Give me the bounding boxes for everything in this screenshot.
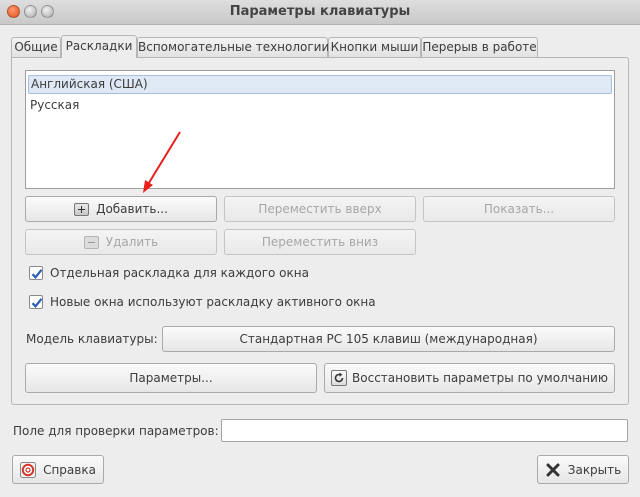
keyboard-model-value: Стандартная PC 105 клавиш (международная… [239,332,538,346]
test-input[interactable] [221,419,628,442]
add-layout-label: Добавить... [96,202,168,216]
remove-layout-label: Удалить [105,235,159,249]
new-windows-layout-label: Новые окна используют раскладку активног… [50,295,376,309]
window-title: Параметры клавиатуры [229,4,411,19]
checkmark-icon [31,298,43,308]
test-field-label: Поле для проверки параметров: [13,424,219,438]
checkmark-icon [31,269,43,279]
layouts-list[interactable]: Английская (США) Русская [25,70,615,189]
layout-options-label: Параметры... [129,371,213,385]
keyboard-model-label: Модель клавиатуры: [26,332,158,346]
close-button[interactable]: Закрыть [537,455,629,484]
restore-defaults-label: Восстановить параметры по умолчанию [352,371,608,385]
show-layout-button[interactable]: Показать... [423,196,615,222]
new-windows-layout-checkbox[interactable] [29,295,43,309]
remove-layout-button[interactable]: Удалить [25,229,217,255]
tab-typing-break[interactable]: Перерыв в работе [421,37,538,57]
close-label: Закрыть [567,462,622,477]
refresh-icon [331,370,348,386]
help-icon [20,461,37,478]
list-item[interactable]: Английская (США) [28,75,612,94]
add-layout-button[interactable]: Добавить... [25,196,217,222]
help-label: Справка [43,462,96,477]
layout-options-button[interactable]: Параметры... [25,363,317,393]
move-up-label: Переместить вверх [258,202,382,216]
tab-general[interactable]: Общие [11,37,61,57]
list-item[interactable]: Русская [28,96,612,115]
tab-mouse-keys[interactable]: Кнопки мыши [328,37,421,57]
tab-layouts[interactable]: Раскладки [61,35,137,58]
plus-icon [74,202,90,216]
restore-defaults-button[interactable]: Восстановить параметры по умолчанию [324,363,615,393]
separate-layout-checkbox[interactable] [29,266,43,280]
separate-layout-label: Отдельная раскладка для каждого окна [50,266,309,280]
keyboard-model-button[interactable]: Стандартная PC 105 клавиш (международная… [162,326,615,352]
title-bar: Параметры клавиатуры [0,0,640,25]
help-button[interactable]: Справка [12,455,104,484]
move-down-label: Переместить вниз [261,235,379,249]
close-icon [545,462,561,478]
show-layout-label: Показать... [483,202,555,216]
move-up-button[interactable]: Переместить вверх [224,196,416,222]
minus-icon [83,235,99,249]
tab-accessibility[interactable]: Вспомогательные технологии [137,37,329,57]
move-down-button[interactable]: Переместить вниз [224,229,416,255]
